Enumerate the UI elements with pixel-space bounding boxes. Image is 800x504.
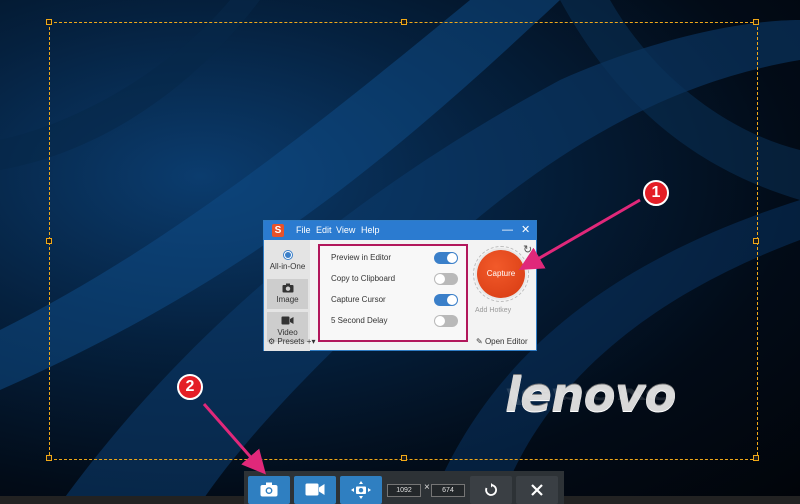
annotation-arrows [202, 198, 641, 475]
annotation-badge-1: 1 [643, 180, 669, 206]
arrow-to-camera-button [202, 403, 266, 475]
arrow-to-capture-button [518, 198, 641, 271]
annotation-badge-2: 2 [177, 374, 203, 400]
